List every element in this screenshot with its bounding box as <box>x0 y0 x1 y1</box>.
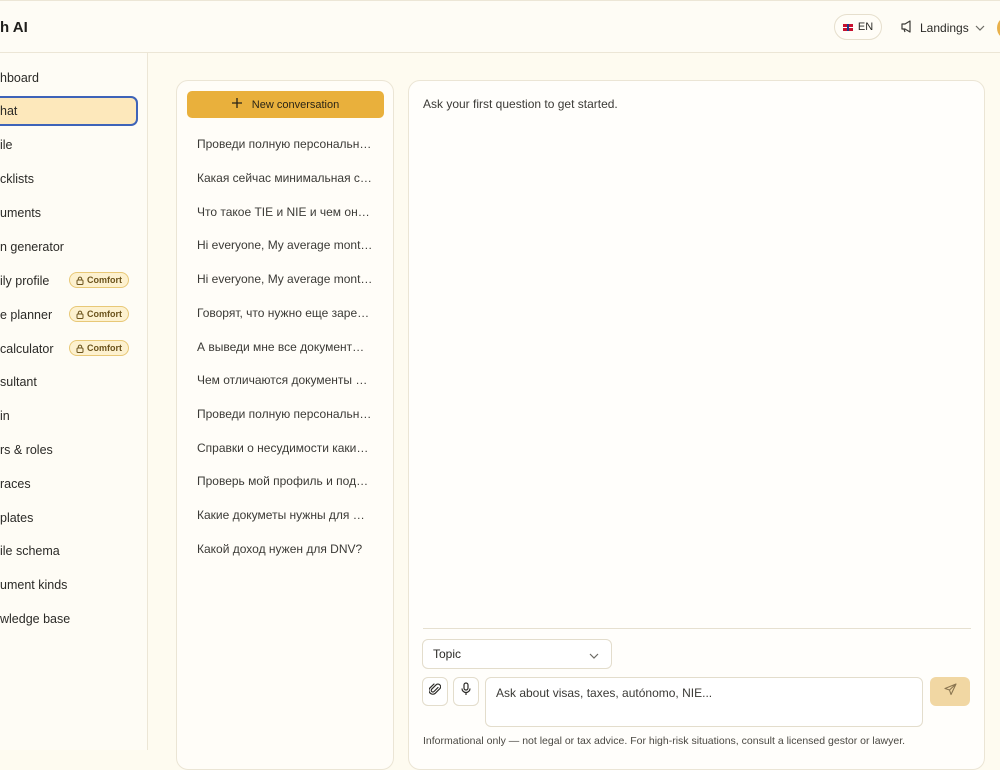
microphone-icon <box>461 682 471 701</box>
composer-divider <box>423 628 971 629</box>
sidebar-item-dashboard[interactable]: hboard <box>0 63 138 93</box>
lock-icon <box>76 344 84 353</box>
sidebar-item-label: uments <box>0 206 41 220</box>
sidebar-item-label: e planner <box>0 308 53 322</box>
sidebar-item-documents[interactable]: uments <box>0 198 138 228</box>
sidebar-item-label: in <box>0 409 10 423</box>
voice-input-button[interactable] <box>453 677 479 706</box>
sidebar-item-profile-schema[interactable]: ile schema <box>0 536 138 566</box>
conversation-item[interactable]: Какая сейчас минимальная с… <box>197 171 377 185</box>
sidebar-item-label: ument kinds <box>0 578 68 592</box>
lock-icon <box>76 276 84 285</box>
sidebar-item-profile[interactable]: ile <box>0 130 138 160</box>
conversation-item[interactable]: Проведи полную персональн… <box>197 407 377 421</box>
language-switcher[interactable]: EN <box>834 14 882 40</box>
paperclip-icon <box>428 682 442 701</box>
conversation-item[interactable]: Говорят, что нужно еще заре… <box>197 306 377 320</box>
sidebar-item-planner[interactable]: e planner Comfort <box>0 300 138 330</box>
sidebar-item-traces[interactable]: races <box>0 469 138 499</box>
topic-select[interactable]: Topic <box>422 639 612 669</box>
app-brand[interactable]: h AI <box>0 19 28 36</box>
conversation-item[interactable]: Hi everyone, My average mont… <box>197 272 377 286</box>
landings-label: Landings <box>920 21 969 35</box>
conversation-item[interactable]: Какие докуметы нужны для … <box>197 508 377 522</box>
conversation-item[interactable]: Проверь мой профиль и под… <box>197 474 377 488</box>
megaphone-icon <box>900 20 914 36</box>
sidebar-item-chat[interactable]: hat <box>0 96 138 126</box>
conversation-item[interactable]: Справки о несудимости каки… <box>197 441 377 455</box>
language-label: EN <box>857 21 874 33</box>
sidebar-item-label: cklists <box>0 172 35 186</box>
uk-flag-icon <box>842 23 853 31</box>
sidebar-item-users-roles[interactable]: rs & roles <box>0 435 138 465</box>
sidebar-item-consultant[interactable]: sultant <box>0 367 138 397</box>
attach-button[interactable] <box>422 677 448 706</box>
sidebar-item-calculator[interactable]: calculator Comfort <box>0 334 138 364</box>
sidebar-item-family-profile[interactable]: ily profile Comfort <box>0 266 138 296</box>
conversation-list-panel: New conversation Проведи полную персонал… <box>176 80 394 770</box>
sidebar-item-label: calculator <box>0 342 54 356</box>
sidebar-item-label: n generator <box>0 240 64 254</box>
sidebar-item-label: plates <box>0 511 34 525</box>
lock-icon <box>76 310 84 319</box>
conversation-item[interactable]: Что такое TIE и NIE и чем он… <box>197 205 377 219</box>
comfort-badge: Comfort <box>69 306 129 322</box>
sidebar-item-checklists[interactable]: cklists <box>0 164 138 194</box>
message-input[interactable] <box>485 677 923 727</box>
disclaimer-text: Informational only — not legal or tax ad… <box>423 735 906 747</box>
sidebar-item-label: hboard <box>0 71 39 85</box>
chat-panel: Ask your first question to get started. … <box>408 80 985 770</box>
sidebar-item-label: hat <box>0 104 18 118</box>
conversation-item[interactable]: Проведи полную персональн… <box>197 137 377 151</box>
comfort-badge: Comfort <box>69 272 129 288</box>
sidebar-item-label: races <box>0 477 31 491</box>
landings-menu[interactable]: Landings <box>900 20 985 36</box>
send-button[interactable] <box>930 677 970 706</box>
new-conversation-button[interactable]: New conversation <box>187 91 384 118</box>
comfort-badge: Comfort <box>69 340 129 356</box>
sidebar-item-admin[interactable]: in <box>0 401 138 431</box>
sidebar-item-label: wledge base <box>0 612 71 626</box>
send-icon <box>943 682 957 701</box>
sidebar: hboard hat ile cklists uments n generato… <box>0 53 148 750</box>
sidebar-item-label: ile <box>0 138 13 152</box>
conversation-item[interactable]: А выведи мне все документ… <box>197 340 377 354</box>
sidebar-item-generator[interactable]: n generator <box>0 232 138 262</box>
empty-chat-message: Ask your first question to get started. <box>423 97 618 111</box>
top-bar: h AI EN Landings <box>0 0 1000 53</box>
chevron-down-icon <box>975 21 985 35</box>
sidebar-item-label: rs & roles <box>0 443 53 457</box>
conversation-item[interactable]: Какой доход нужен для DNV? <box>197 542 377 556</box>
topic-select-label: Topic <box>433 647 462 661</box>
sidebar-item-knowledge-base[interactable]: wledge base <box>0 604 138 634</box>
sidebar-item-label: sultant <box>0 375 37 389</box>
sidebar-item-label: ile schema <box>0 544 60 558</box>
conversation-item[interactable]: Чем отличаются документы … <box>197 373 377 387</box>
sidebar-item-label: ily profile <box>0 274 50 288</box>
plus-icon <box>231 98 242 111</box>
chevron-down-icon <box>589 649 599 663</box>
conversation-item[interactable]: Hi everyone, My average mont… <box>197 238 377 252</box>
new-conversation-label: New conversation <box>251 98 340 111</box>
sidebar-item-templates[interactable]: plates <box>0 503 138 533</box>
sidebar-item-document-kinds[interactable]: ument kinds <box>0 570 138 600</box>
